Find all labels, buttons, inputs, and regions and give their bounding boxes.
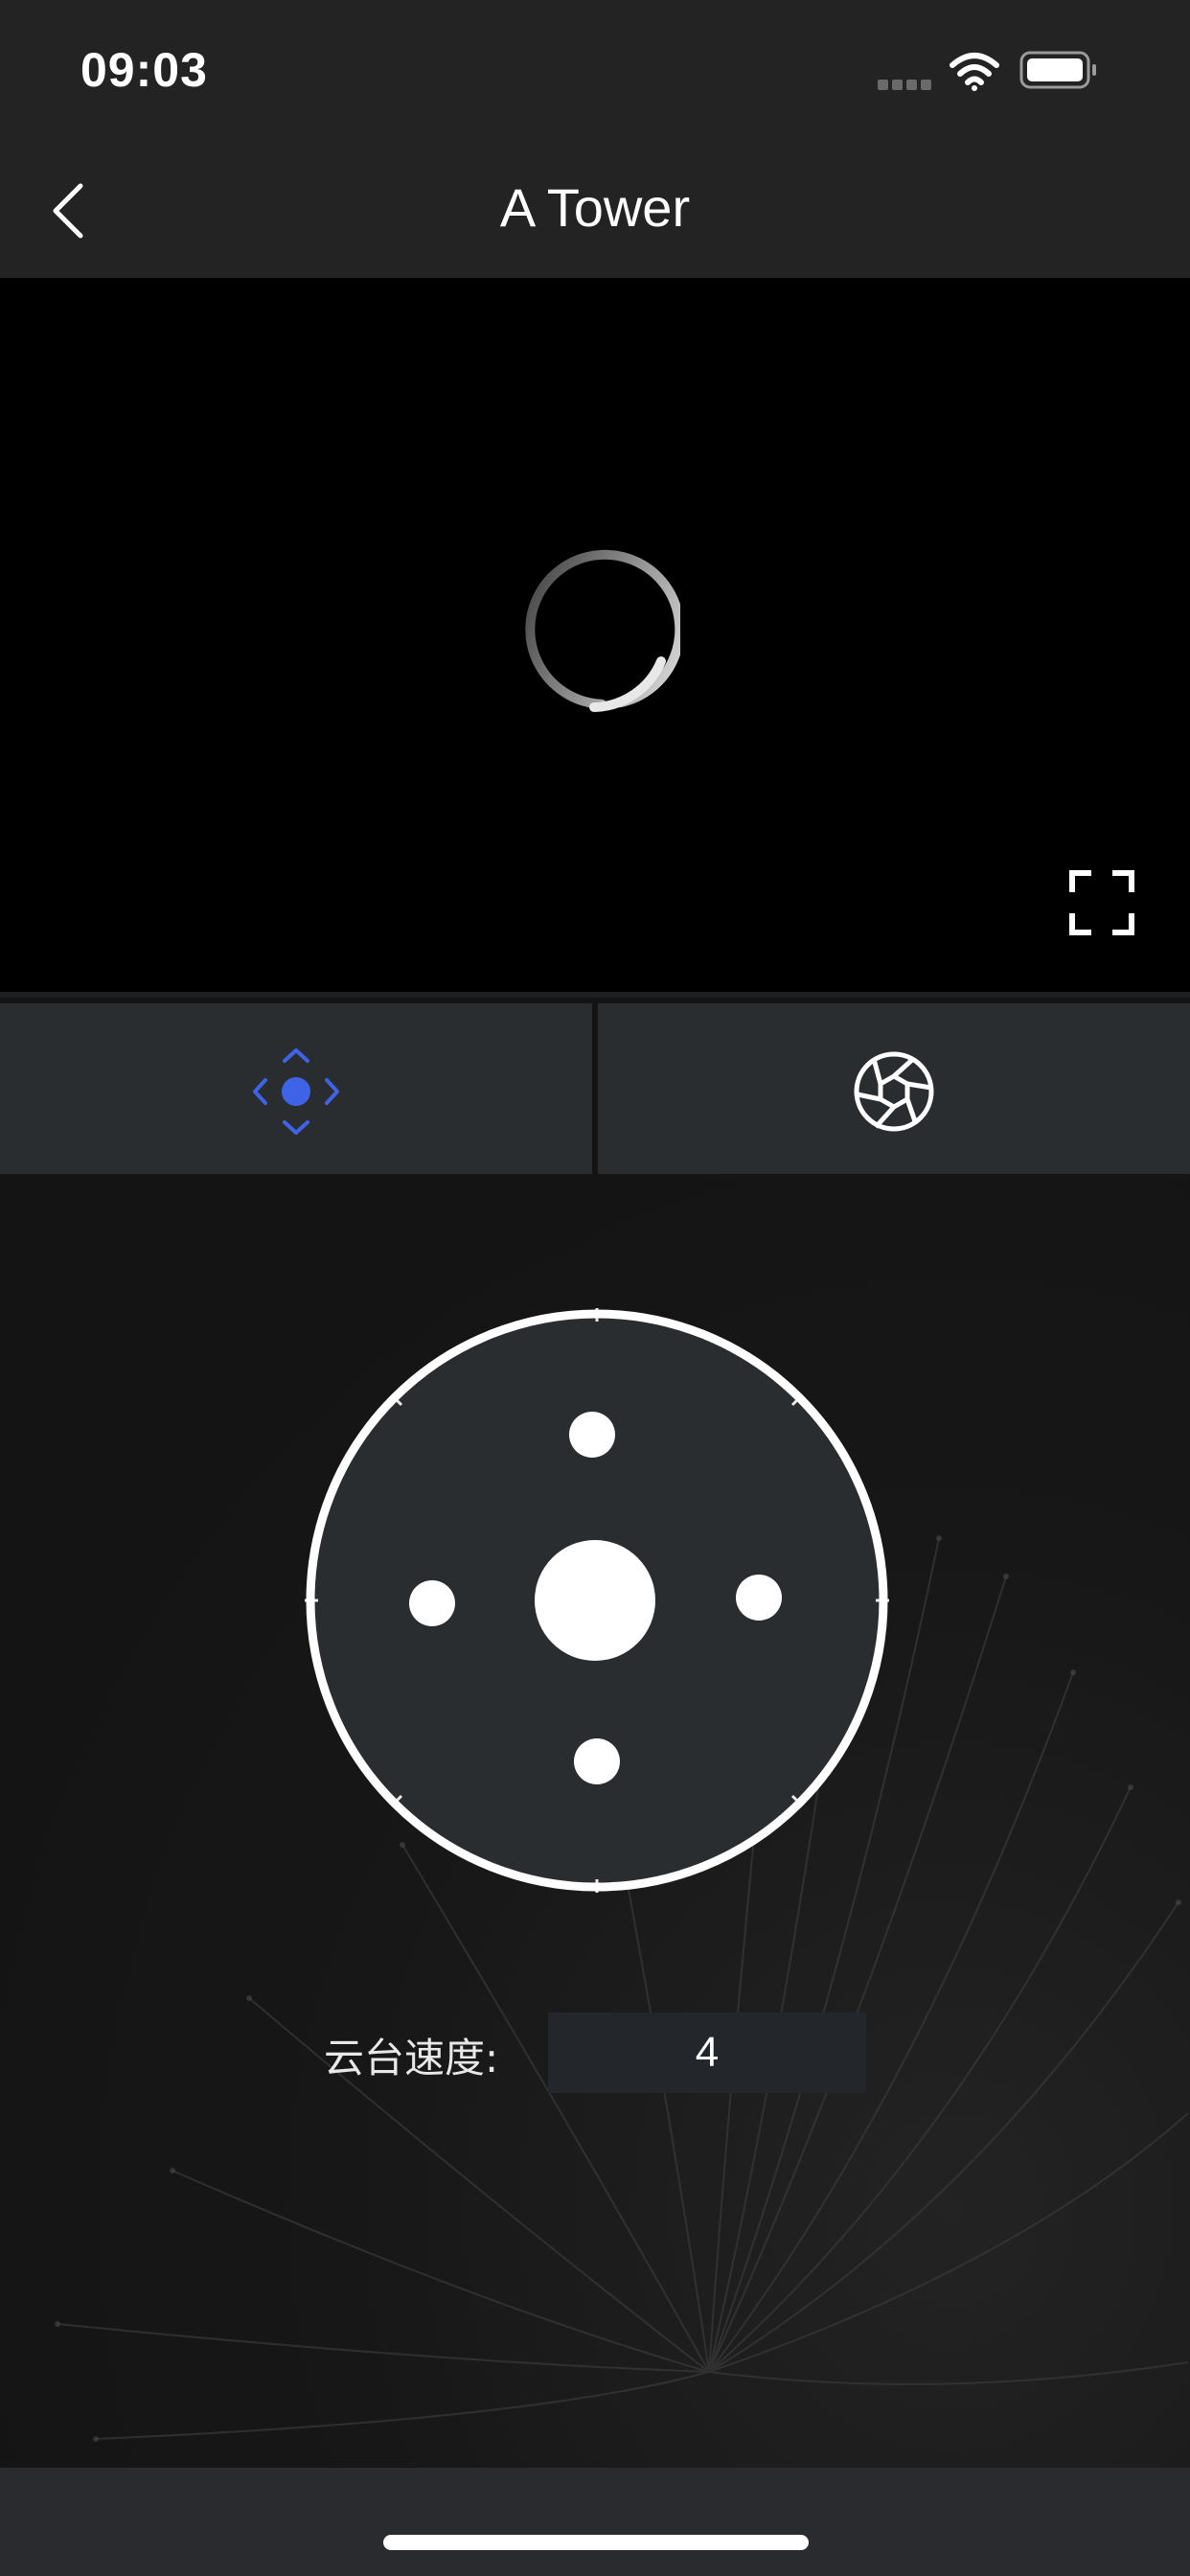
ptz-up-button[interactable] [569, 1412, 615, 1458]
signal-icon [878, 80, 931, 90]
ptz-right-button[interactable] [736, 1575, 782, 1621]
home-indicator[interactable] [383, 2535, 809, 2550]
fullscreen-button[interactable] [1069, 870, 1146, 947]
tab-snapshot[interactable] [598, 1003, 1190, 1180]
wifi-icon [950, 53, 999, 91]
ptz-down-button[interactable] [574, 1738, 620, 1784]
ptz-left-button[interactable] [409, 1580, 455, 1626]
status-bar: 09:03 [0, 0, 1190, 134]
aperture-icon [854, 1051, 934, 1132]
mode-tabs [0, 992, 1190, 1180]
direction-pad-icon [253, 1048, 339, 1135]
status-icons [878, 51, 1096, 91]
status-time: 09:03 [80, 43, 208, 97]
page-title: A Tower [499, 177, 691, 238]
ptz-speed-input[interactable]: 4 [548, 2012, 866, 2093]
fullscreen-icon [1069, 870, 1134, 935]
tab-ptz-control[interactable] [0, 1003, 592, 1180]
ptz-speed-label: 云台速度: [324, 2035, 499, 2082]
ptz-control-panel: 云台速度: 4 [0, 1174, 1190, 2468]
ptz-speed-row: 云台速度: 4 [0, 2012, 1190, 2093]
home-indicator-area [0, 2468, 1190, 2576]
navigation-bar: A Tower [0, 134, 1190, 278]
video-player[interactable] [0, 278, 1190, 992]
ptz-center-knob[interactable] [535, 1540, 655, 1661]
loading-spinner-icon [525, 549, 680, 712]
ptz-joystick[interactable] [305, 1308, 889, 1893]
battery-icon [1019, 51, 1096, 89]
